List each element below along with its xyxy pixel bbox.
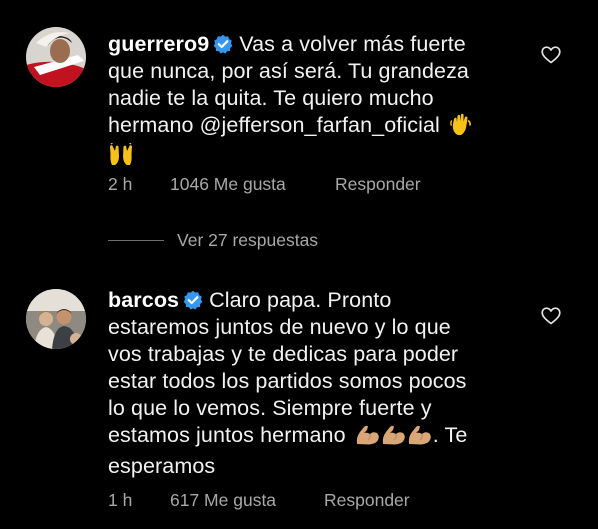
comment-text: guerrero9 Vas a volver más fuerte que nun…: [108, 31, 516, 174]
comment-line-6: estamos juntos hermano: [108, 423, 346, 447]
comment-text: barcos Claro papa. Pronto estaremos junto…: [108, 287, 516, 480]
reply-button[interactable]: Responder: [335, 174, 421, 195]
comment-line-2: que nunca, por así será. Tu grandeza: [108, 59, 469, 83]
like-heart-icon[interactable]: [541, 307, 561, 325]
username[interactable]: guerrero9: [108, 32, 209, 56]
view-replies-label: Ver 27 respuestas: [177, 230, 319, 250]
comment-barcos: barcos Claro papa. Pronto estaremos junto…: [0, 270, 598, 529]
comment-line-5: lo que lo vemos. Siempre fuerte y: [108, 396, 432, 420]
comment-line-4: hermano @jefferson_farfan_oficial: [108, 113, 440, 137]
flexed-biceps-icon: [355, 424, 381, 453]
comment-line-3: nadie te la quita. Te quiero mucho: [108, 86, 434, 110]
verified-badge-icon: [183, 290, 203, 310]
waving-hand-icon: [450, 112, 472, 143]
verified-badge-icon: [213, 34, 233, 54]
like-heart-icon[interactable]: [541, 46, 561, 64]
comment-meta: 2 h 1046 Me gusta Responder: [108, 174, 468, 196]
likes-count[interactable]: 1046 Me gusta: [170, 174, 286, 195]
reply-button[interactable]: Responder: [324, 490, 410, 511]
comment-line-4: estar todos los partidos somos pocos: [108, 369, 467, 393]
comment-line-6-tail: . Te: [432, 423, 468, 447]
comment-guerrero9: guerrero9 Vas a volver más fuerte que nun…: [0, 0, 598, 260]
flexed-biceps-icon: [407, 424, 433, 453]
comment-line-1: Vas a volver más fuerte: [239, 32, 466, 56]
flexed-biceps-icon: [381, 424, 407, 453]
comment-line-1: Claro papa. Pronto: [209, 288, 392, 312]
comment-line-7: esperamos: [108, 454, 216, 478]
avatar[interactable]: [26, 27, 86, 87]
replies-divider: [108, 240, 164, 241]
likes-count[interactable]: 617 Me gusta: [170, 490, 276, 511]
comment-meta: 1 h 617 Me gusta Responder: [108, 490, 468, 512]
comment-time: 1 h: [108, 490, 133, 510]
comment-line-2: estaremos juntos de nuevo y lo que: [108, 315, 451, 339]
comment-time: 2 h: [108, 174, 133, 194]
username[interactable]: barcos: [108, 288, 179, 312]
avatar[interactable]: [26, 289, 86, 349]
comment-line-3: vos trabajas y te dedicas para poder: [108, 342, 459, 366]
raising-hands-icon: [108, 142, 134, 174]
